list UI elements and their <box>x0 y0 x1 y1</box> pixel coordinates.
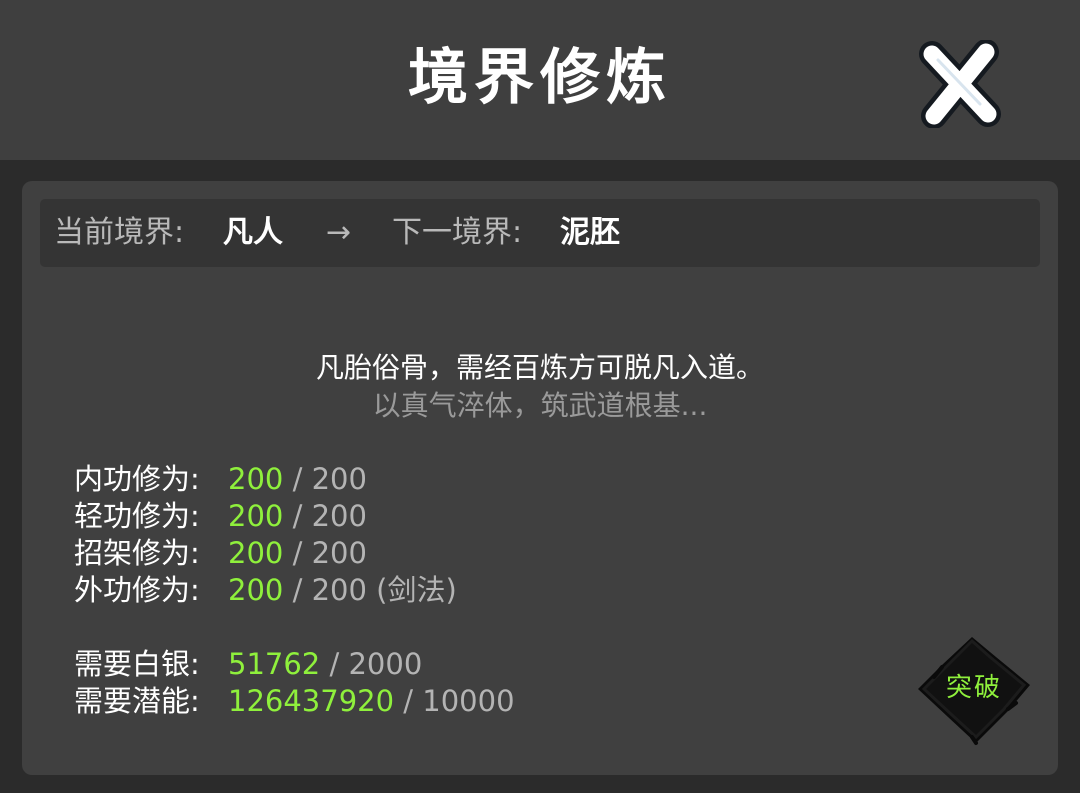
stat-max: 200 <box>311 499 367 533</box>
stat-separator: / <box>283 573 312 607</box>
stat-max: 200 <box>311 536 367 570</box>
stat-separator: / <box>283 536 312 570</box>
header-bar: 境界修炼 <box>0 0 1080 160</box>
realm-description-main: 凡胎俗骨，需经百炼方可脱凡入道。 <box>315 351 764 384</box>
cost-row-silver: 需要白银: 51762 / 2000 <box>74 646 422 683</box>
breakthrough-label: 突破 <box>945 673 1002 703</box>
breakthrough-button[interactable]: 突破 <box>912 633 1036 747</box>
stat-label: 招架修为: <box>74 536 200 570</box>
stat-row-waigong: 外功修为: 200 / 200 (剑法) <box>74 572 457 609</box>
cost-row-potential: 需要潜能: 126437920 / 10000 <box>74 683 515 720</box>
current-realm-label: 当前境界: <box>54 215 185 250</box>
stat-row-qinggong: 轻功修为: 200 / 200 <box>74 498 367 535</box>
realm-description-sub: 以真气淬体，筑武道根基... <box>372 389 708 422</box>
stat-max: 200 <box>311 462 367 496</box>
cost-label: 需要潜能: <box>74 684 200 718</box>
cost-separator: / <box>320 647 349 681</box>
cost-current: 126437920 <box>228 684 395 718</box>
stat-label: 外功修为: <box>74 573 200 607</box>
realm-arrow: → <box>326 215 352 250</box>
stat-current: 200 <box>228 573 284 607</box>
stat-current: 200 <box>228 462 284 496</box>
cost-required: 2000 <box>348 647 423 681</box>
stat-separator: / <box>283 499 312 533</box>
realm-status-bar: 当前境界: 凡人 → 下一境界: 泥胚 <box>40 199 1040 267</box>
stat-current: 200 <box>228 499 284 533</box>
stat-separator: / <box>283 462 312 496</box>
stat-row-zhaojia: 招架修为: 200 / 200 <box>74 535 367 572</box>
stat-label: 轻功修为: <box>74 499 200 533</box>
cost-current: 51762 <box>228 647 321 681</box>
stat-note: (剑法) <box>366 573 457 607</box>
cost-required: 10000 <box>422 684 515 718</box>
close-button[interactable] <box>918 39 1002 129</box>
next-realm-value: 泥胚 <box>560 215 620 250</box>
next-realm-label: 下一境界: <box>392 215 523 250</box>
realm-panel: 当前境界: 凡人 → 下一境界: 泥胚 凡胎俗骨，需经百炼方可脱凡入道。 以真气… <box>22 181 1058 775</box>
cost-label: 需要白银: <box>74 647 200 681</box>
stat-max: 200 <box>311 573 367 607</box>
cost-separator: / <box>394 684 423 718</box>
stat-row-neigong: 内功修为: 200 / 200 <box>74 461 367 498</box>
close-x-icon <box>919 39 1001 129</box>
stat-current: 200 <box>228 536 284 570</box>
stat-label: 内功修为: <box>74 462 200 496</box>
current-realm-value: 凡人 <box>223 215 283 250</box>
